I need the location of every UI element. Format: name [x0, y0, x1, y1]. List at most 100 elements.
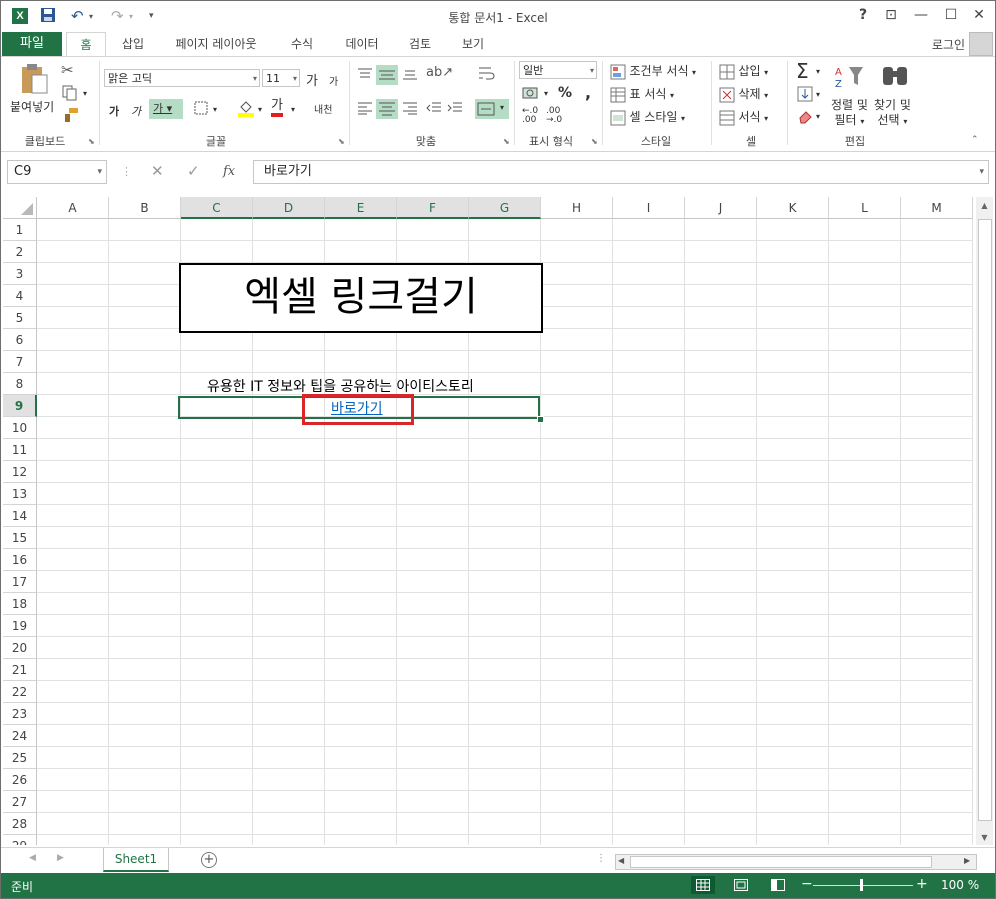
insert-cells-button[interactable]: 삽입 ▾	[719, 62, 768, 80]
copy-dropdown-icon[interactable]: ▾	[83, 89, 87, 98]
row-header-13[interactable]: 13	[3, 483, 37, 505]
conditional-formatting-button[interactable]: 조건부 서식 ▾	[610, 62, 696, 80]
name-box[interactable]: C9 ▾	[7, 160, 107, 184]
row-header-19[interactable]: 19	[3, 615, 37, 637]
phonetic-guide-button[interactable]: 내천	[314, 101, 332, 116]
align-center-icon[interactable]	[376, 99, 398, 119]
column-header-k[interactable]: K	[757, 197, 829, 219]
horizontal-scroll-thumb[interactable]	[630, 856, 932, 868]
autosum-dropdown-icon[interactable]: ▾	[816, 67, 820, 76]
collapse-ribbon-icon[interactable]: ⌃	[971, 135, 979, 145]
font-color-dropdown-icon[interactable]: ▾	[291, 105, 295, 114]
ribbon-display-options-button[interactable]: ⊡	[881, 7, 901, 23]
paste-button[interactable]: 붙여넣기	[10, 98, 54, 115]
row-header-18[interactable]: 18	[3, 593, 37, 615]
format-painter-icon[interactable]	[63, 107, 79, 126]
column-header-b[interactable]: B	[109, 197, 181, 219]
avatar[interactable]	[969, 32, 993, 56]
comma-button[interactable]: ,	[585, 83, 591, 102]
cell-styles-button[interactable]: 셀 스타일 ▾	[610, 108, 685, 126]
sort-filter-button[interactable]: 정렬 및 필터 ▾	[831, 98, 868, 129]
align-right-icon[interactable]	[402, 101, 418, 118]
row-header-15[interactable]: 15	[3, 527, 37, 549]
minimize-button[interactable]: —	[911, 7, 931, 23]
insert-function-icon[interactable]: fx	[223, 164, 235, 179]
page-layout-view-icon[interactable]	[729, 876, 753, 894]
fill-color-icon[interactable]	[237, 99, 255, 120]
normal-view-icon[interactable]	[691, 876, 715, 894]
percent-button[interactable]: %	[558, 85, 572, 101]
column-header-i[interactable]: I	[613, 197, 685, 219]
row-header-5[interactable]: 5	[3, 307, 37, 329]
row-header-10[interactable]: 10	[3, 417, 37, 439]
font-color-button[interactable]: 가	[271, 99, 283, 117]
row-header-11[interactable]: 11	[3, 439, 37, 461]
sign-in-link[interactable]: 로그인	[932, 36, 965, 53]
font-launcher-icon[interactable]: ⬊	[338, 137, 345, 146]
wrap-text-icon[interactable]	[478, 65, 496, 84]
scroll-down-icon[interactable]: ▼	[976, 833, 993, 842]
row-header-14[interactable]: 14	[3, 505, 37, 527]
prev-sheet-icon[interactable]: ◀	[29, 853, 36, 863]
next-sheet-icon[interactable]: ▶	[57, 853, 64, 863]
row-header-16[interactable]: 16	[3, 549, 37, 571]
row-header-8[interactable]: 8	[3, 373, 37, 395]
row-header-28[interactable]: 28	[3, 813, 37, 835]
clear-icon[interactable]	[797, 108, 813, 127]
vertical-scrollbar[interactable]: ▲ ▼	[976, 197, 993, 845]
find-select-icon[interactable]	[881, 63, 909, 92]
delete-cells-button[interactable]: 삭제 ▾	[719, 85, 768, 103]
row-header-1[interactable]: 1	[3, 219, 37, 241]
paste-icon[interactable]	[19, 63, 49, 98]
row-header-20[interactable]: 20	[3, 637, 37, 659]
accounting-dropdown-icon[interactable]: ▾	[544, 89, 548, 98]
column-header-g[interactable]: G	[469, 197, 541, 219]
column-header-h[interactable]: H	[541, 197, 613, 219]
tab-page-layout[interactable]: 페이지 레이아웃	[167, 32, 265, 56]
row-header-25[interactable]: 25	[3, 747, 37, 769]
increase-indent-icon[interactable]	[447, 101, 463, 118]
copy-icon[interactable]	[62, 85, 78, 104]
row-header-22[interactable]: 22	[3, 681, 37, 703]
column-header-e[interactable]: E	[325, 197, 397, 219]
close-button[interactable]: ✕	[969, 7, 989, 23]
row8-description-text[interactable]: 유용한 IT 정보와 팁을 공유하는 아이티스토리	[207, 376, 474, 396]
zoom-slider[interactable]	[813, 885, 913, 886]
font-name-select[interactable]: 맑은 고딕 ▾	[104, 69, 260, 87]
accounting-format-icon[interactable]	[522, 85, 540, 104]
help-button[interactable]: ?	[853, 7, 873, 23]
tab-formulas[interactable]: 수식	[281, 32, 323, 56]
row-header-3[interactable]: 3	[3, 263, 37, 285]
clear-dropdown-icon[interactable]: ▾	[816, 112, 820, 121]
decrease-decimal-icon[interactable]: .00 →.0	[546, 107, 562, 125]
number-launcher-icon[interactable]: ⬊	[591, 137, 598, 146]
align-left-icon[interactable]	[357, 101, 373, 118]
vertical-scroll-thumb[interactable]	[978, 219, 992, 821]
maximize-button[interactable]: ☐	[941, 7, 961, 23]
tab-review[interactable]: 검토	[399, 32, 441, 56]
row-header-27[interactable]: 27	[3, 791, 37, 813]
row-header-2[interactable]: 2	[3, 241, 37, 263]
sheet-tab-sheet1[interactable]: Sheet1	[103, 848, 169, 872]
border-icon[interactable]	[194, 101, 208, 118]
column-header-a[interactable]: A	[37, 197, 109, 219]
tab-view[interactable]: 보기	[453, 32, 493, 56]
increase-decimal-icon[interactable]: ←.0.00	[522, 107, 538, 125]
number-format-select[interactable]: 일반 ▾	[519, 61, 597, 79]
scroll-up-icon[interactable]: ▲	[976, 201, 993, 210]
column-header-c[interactable]: C	[181, 197, 253, 219]
italic-button[interactable]: 가	[131, 103, 141, 119]
zoom-out-button[interactable]: −	[801, 876, 813, 892]
format-cells-button[interactable]: 서식 ▾	[719, 108, 768, 126]
fill-color-dropdown-icon[interactable]: ▾	[258, 105, 262, 114]
sort-filter-icon[interactable]: AZ	[835, 63, 865, 92]
row-header-7[interactable]: 7	[3, 351, 37, 373]
tab-home[interactable]: 홈	[66, 32, 106, 58]
cancel-icon[interactable]: ✕	[151, 162, 164, 180]
split-handle-icon[interactable]: ⋮	[596, 853, 606, 864]
align-middle-icon[interactable]	[376, 65, 398, 85]
fill-dropdown-icon[interactable]: ▾	[816, 90, 820, 99]
row-header-17[interactable]: 17	[3, 571, 37, 593]
scroll-left-icon[interactable]: ◀	[618, 856, 624, 865]
row-header-23[interactable]: 23	[3, 703, 37, 725]
